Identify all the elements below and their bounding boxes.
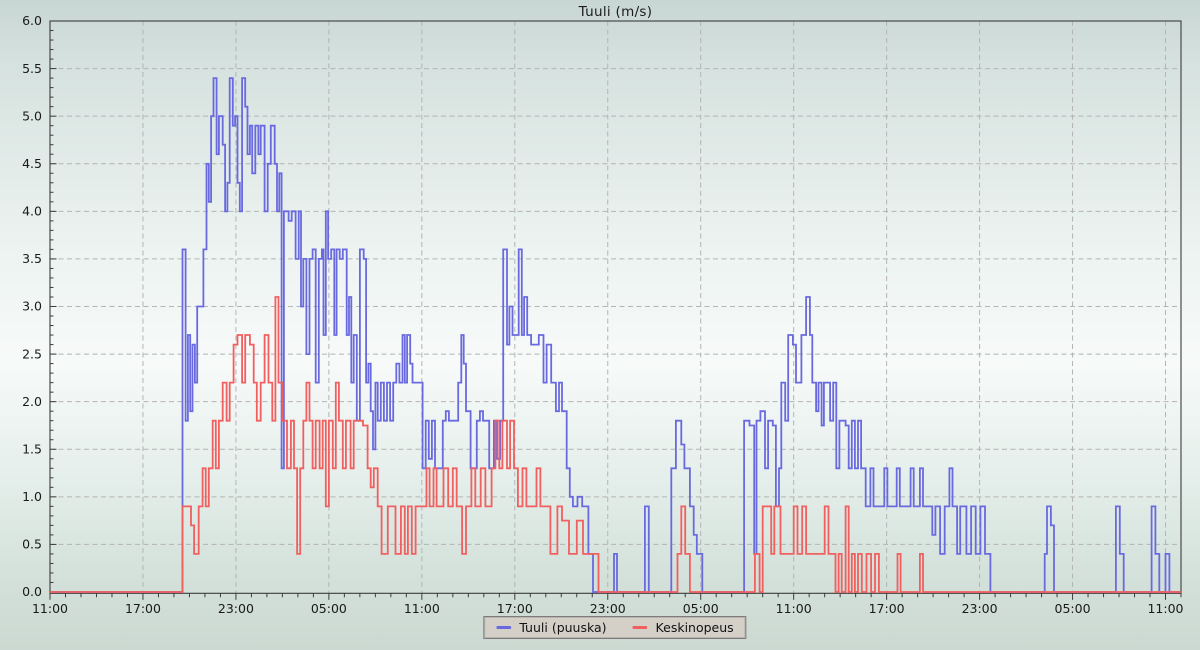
- svg-text:0.5: 0.5: [22, 537, 42, 552]
- svg-text:05:00: 05:00: [311, 601, 347, 616]
- svg-text:11:00: 11:00: [32, 601, 68, 616]
- avg-line-swatch-icon: [633, 626, 648, 629]
- svg-text:05:00: 05:00: [1055, 601, 1091, 616]
- plot-frame: [50, 21, 1181, 593]
- axis-ticks: [50, 21, 1181, 600]
- svg-text:17:00: 17:00: [497, 601, 533, 616]
- svg-text:05:00: 05:00: [683, 601, 719, 616]
- svg-text:1.0: 1.0: [22, 489, 42, 504]
- svg-text:4.5: 4.5: [22, 156, 42, 171]
- svg-text:2.0: 2.0: [22, 394, 42, 409]
- svg-text:23:00: 23:00: [962, 601, 998, 616]
- avg-series-line: [50, 297, 1181, 592]
- legend-item-puuska: Tuuli (puuska): [496, 620, 606, 635]
- svg-text:11:00: 11:00: [404, 601, 440, 616]
- legend-label-keskinopeus: Keskinopeus: [656, 620, 734, 635]
- svg-text:11:00: 11:00: [776, 601, 812, 616]
- svg-text:3.0: 3.0: [22, 299, 42, 314]
- gridlines: [50, 21, 1181, 593]
- svg-text:23:00: 23:00: [218, 601, 254, 616]
- gust-line-swatch-icon: [496, 626, 511, 629]
- gust-series-line: [50, 78, 1181, 592]
- wind-chart-panel: Tuuli (m/s) 0.00.51.01.52.02.53.03.54.04…: [0, 0, 1200, 650]
- svg-text:1.5: 1.5: [22, 441, 42, 456]
- svg-text:6.0: 6.0: [22, 13, 42, 28]
- svg-text:17:00: 17:00: [125, 601, 161, 616]
- svg-text:23:00: 23:00: [590, 601, 626, 616]
- svg-text:5.0: 5.0: [22, 108, 42, 123]
- svg-text:17:00: 17:00: [869, 601, 905, 616]
- chart-legend: Tuuli (puuska) Keskinopeus: [483, 616, 746, 639]
- svg-text:0.0: 0.0: [22, 584, 42, 599]
- svg-text:4.0: 4.0: [22, 204, 42, 219]
- legend-label-puuska: Tuuli (puuska): [519, 620, 606, 635]
- wind-chart-canvas: 0.0 0.5 1.0 1.5 2.0 2.5 3.0 3.5 4.0 4.5 5.0 5.5 6.0 1…: [0, 0, 1200, 650]
- legend-item-keskinopeus: Keskinopeus: [633, 620, 734, 635]
- svg-text:2.5: 2.5: [22, 346, 42, 361]
- svg-text:5.5: 5.5: [22, 61, 42, 76]
- svg-text:3.5: 3.5: [22, 251, 42, 266]
- svg-text:11:00: 11:00: [1147, 601, 1183, 616]
